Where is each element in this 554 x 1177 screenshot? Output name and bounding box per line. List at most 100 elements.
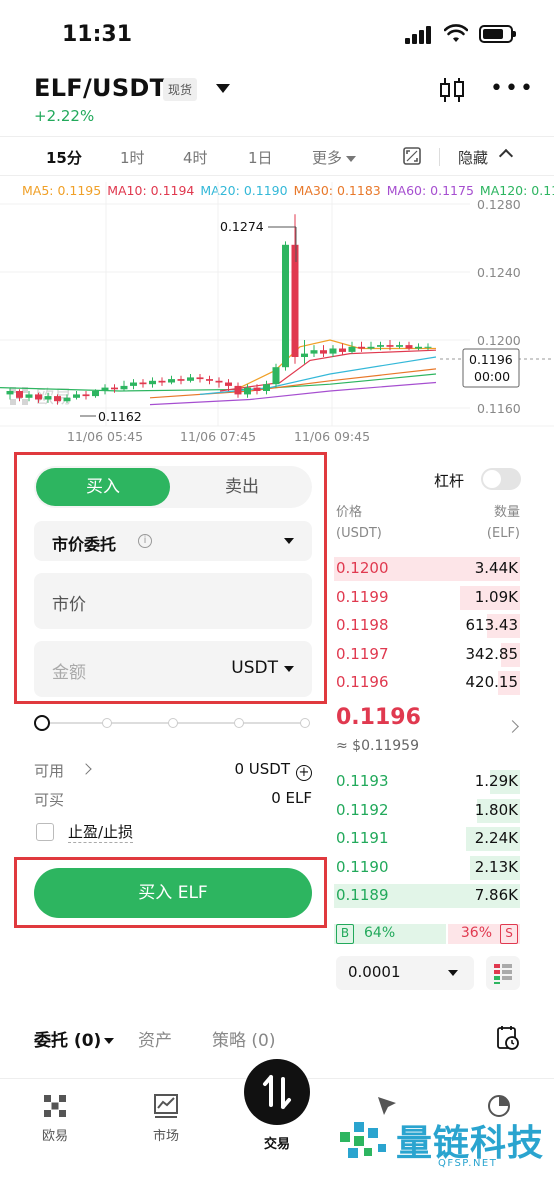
- y-tick: 0.1200: [477, 333, 521, 348]
- interval-15m[interactable]: 15分: [46, 147, 82, 168]
- order-type-select[interactable]: 市价委托 i: [34, 521, 312, 561]
- candle-body: [348, 346, 356, 352]
- order-history-icon[interactable]: [496, 1025, 520, 1051]
- sell-tab[interactable]: 卖出: [174, 468, 310, 506]
- ask-row[interactable]: 0.1196 420.15: [334, 669, 520, 697]
- order-type-label: 市价委托: [52, 535, 117, 554]
- precision-select[interactable]: 0.0001: [336, 956, 474, 990]
- orderbook-qty: 2.24K: [474, 829, 518, 847]
- side-tabs: 买入 卖出: [34, 466, 312, 508]
- chevron-right-icon[interactable]: [506, 720, 519, 733]
- chart-settings-icon[interactable]: [402, 146, 422, 166]
- candle-body: [111, 387, 118, 390]
- swap-arrows-icon: [263, 1075, 291, 1109]
- candle-body: [386, 345, 394, 347]
- pair-dropdown-icon[interactable]: [216, 84, 230, 93]
- slider-handle[interactable]: [34, 715, 50, 731]
- bid-row[interactable]: 0.1190 2.13K: [334, 854, 520, 882]
- interval-1h[interactable]: 1时: [120, 147, 145, 168]
- candle-body: [405, 345, 413, 349]
- orderbook-qty: 3.44K: [474, 559, 518, 577]
- interval-more[interactable]: 更多: [312, 147, 357, 168]
- pair-name[interactable]: ELF/USDT: [34, 74, 166, 102]
- checkbox-icon[interactable]: [36, 823, 54, 841]
- candle-body: [253, 387, 261, 391]
- status-bar: 11:31: [0, 0, 554, 66]
- nav-trade-label[interactable]: 交易: [242, 1133, 312, 1152]
- caret-down-icon: [284, 666, 294, 672]
- x-tick: 11/06 09:45: [294, 429, 370, 444]
- interval-1d[interactable]: 1日: [248, 147, 273, 168]
- interval-4h[interactable]: 4时: [183, 147, 208, 168]
- bid-row[interactable]: 0.1191 2.24K: [334, 825, 520, 853]
- bid-row[interactable]: 0.1189 7.86K: [334, 882, 520, 910]
- buyable-label: 可买: [34, 791, 65, 809]
- ask-row[interactable]: 0.1198 613.43: [334, 612, 520, 640]
- slider-step-100[interactable]: [300, 718, 310, 728]
- y-tick: 0.1280: [477, 197, 521, 212]
- ask-row[interactable]: 0.1197 342.85: [334, 641, 520, 669]
- nav-market[interactable]: 市场: [131, 1093, 201, 1144]
- available-row: 可用 0 USDT +: [34, 760, 312, 782]
- orderbook-qty: 1.80K: [474, 800, 518, 819]
- kline-chart[interactable]: 0.1280 0.1240 0.1200 0.1160 11/06 05:45 …: [0, 182, 554, 444]
- interval-bar: 15分 1时 4时 1日 更多 隐藏: [0, 136, 554, 176]
- y-tick: 0.1160: [477, 401, 521, 416]
- ask-row[interactable]: 0.1200 3.44K: [334, 555, 520, 583]
- amount-placeholder: 金额: [52, 663, 86, 683]
- chevron-up-icon[interactable]: [498, 148, 514, 164]
- candle-body: [73, 394, 80, 398]
- pair-header: ELF/USDT 现货 +2.22% •••: [0, 66, 554, 128]
- chevron-right-icon[interactable]: [80, 763, 92, 775]
- bottom-tabs: 委托 (0) 资产 策略 (0): [0, 1020, 554, 1060]
- info-icon[interactable]: i: [138, 534, 152, 548]
- wifi-icon: [444, 24, 468, 42]
- chevron-down-icon: [104, 1038, 115, 1044]
- last-price: 0.1196: [336, 705, 421, 730]
- more-icon[interactable]: •••: [490, 78, 535, 100]
- leverage-toggle[interactable]: [481, 468, 521, 490]
- qty-header-unit: (ELF): [486, 526, 520, 541]
- amount-slider[interactable]: [34, 714, 312, 732]
- nav-trade[interactable]: [244, 1059, 310, 1125]
- buy-elf-button[interactable]: 买入 ELF: [34, 868, 312, 918]
- orderbook-qty: 613.43: [465, 616, 519, 634]
- bid-row[interactable]: 0.1192 1.80K: [334, 797, 520, 825]
- spot-badge: 现货: [163, 78, 198, 101]
- transfer-plus-icon[interactable]: +: [296, 765, 312, 781]
- status-time: 11:31: [62, 22, 133, 47]
- buy-tab[interactable]: 买入: [36, 468, 170, 506]
- caret-down-icon: [448, 970, 458, 976]
- candle-body: [149, 380, 156, 385]
- bid-row[interactable]: 0.1193 1.29K: [334, 768, 520, 796]
- interval-more-label: 更多: [312, 149, 343, 167]
- tab-orders[interactable]: 委托 (0): [34, 1026, 115, 1051]
- nav-home[interactable]: 欧易: [20, 1093, 90, 1144]
- candle-body: [196, 377, 204, 380]
- tab-assets[interactable]: 资产: [138, 1026, 172, 1051]
- hide-chart-toggle[interactable]: 隐藏: [458, 147, 488, 168]
- ask-row[interactable]: 0.1199 1.09K: [334, 584, 520, 612]
- brand-watermark-sub: QFSP.NET: [438, 1158, 498, 1169]
- slider-step-25[interactable]: [102, 718, 112, 728]
- slider-step-75[interactable]: [234, 718, 244, 728]
- qty-header-label: 数量: [493, 505, 520, 520]
- orderbook-price: 0.1190: [336, 857, 389, 876]
- candlestick-icon[interactable]: [438, 76, 466, 104]
- candle-body: [244, 387, 251, 395]
- candle-body: [206, 379, 213, 381]
- price-field[interactable]: 市价: [34, 573, 312, 629]
- amount-unit-select[interactable]: USDT: [231, 658, 278, 678]
- candle-body: [120, 385, 128, 390]
- tpsl-label[interactable]: 止盈/止损: [68, 821, 134, 843]
- candle-body: [92, 391, 99, 397]
- orderbook-view-icon[interactable]: [486, 956, 520, 990]
- tab-strategy[interactable]: 策略 (0): [212, 1026, 275, 1051]
- candle-body: [358, 346, 365, 349]
- candle-body: [187, 377, 194, 381]
- amount-input[interactable]: 金额 USDT: [34, 641, 312, 697]
- candle-body: [263, 384, 270, 391]
- candle-body: [310, 350, 318, 354]
- slider-step-50[interactable]: [168, 718, 178, 728]
- candle-body: [329, 348, 337, 354]
